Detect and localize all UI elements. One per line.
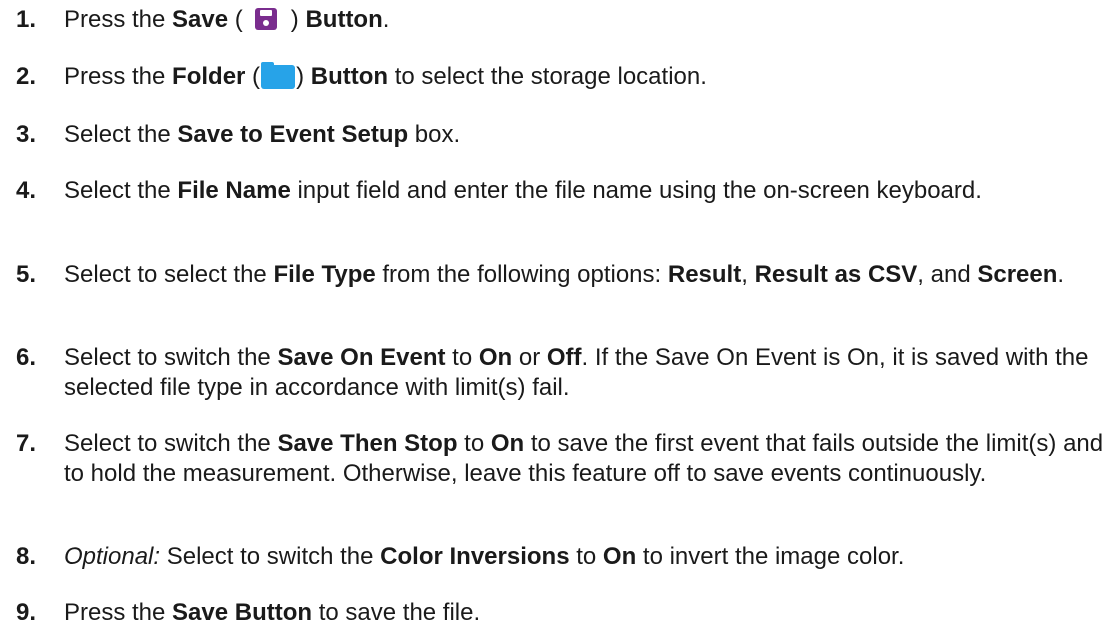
text-run: . [1057,261,1065,288]
step-number: 5. [16,261,37,288]
emphasis-text: Screen [977,261,1058,288]
text-run: to invert the image color. [636,543,905,570]
step-number: 7. [16,430,37,457]
step-number: 1. [16,6,37,33]
step-text: Select to switch the Save On Event to On… [64,343,1104,403]
step-text: Optional: Select to switch the Color Inv… [64,542,1104,572]
folder-icon [261,62,296,89]
text-run: to [457,430,491,457]
emphasis-text: Off [546,344,582,371]
emphasis-text: File Name [177,177,291,204]
emphasis-text: Result as CSV [754,261,918,288]
text-run: . [382,6,390,33]
step-text: Press the Folder () Button to select the… [64,62,1104,92]
step-number: 6. [16,344,37,371]
emphasis-text: Folder [172,63,246,90]
emphasis-text: Result [667,261,742,288]
text-run: Select to switch the [64,430,278,457]
emphasis-text: Button [305,6,383,33]
text-run: Select the [64,121,178,148]
text-run: Press the [64,599,173,626]
text-run: ( [245,63,261,90]
text-run: Press the [64,63,173,90]
step-number: 9. [16,599,37,626]
step-text: Select the Save to Event Setup box. [64,120,1104,150]
step-text: Press the Save () Button. [64,5,1104,35]
emphasis-text: On [602,543,637,570]
emphasis-text: Save On Event [277,344,446,371]
step-number: 3. [16,121,37,148]
emphasis-text: On [490,430,525,457]
text-run: to select the storage location. [388,63,707,90]
text-run: to [569,543,603,570]
text-run: box. [408,121,461,148]
text-run: , [741,261,755,288]
save-icon [254,8,277,30]
emphasis-text: Save Then Stop [277,430,458,457]
emphasis-text: Save Button [172,599,313,626]
step-text: Select to select the File Type from the … [64,260,1104,290]
text-run: ( [228,6,243,33]
text-run: ) [290,6,306,33]
step-text: Press the Save Button to save the file. [64,598,1104,628]
text-run: from the following options: [375,261,668,288]
italic-text: Optional: [64,543,161,570]
emphasis-text: On [478,344,513,371]
step-text: Select to switch the Save Then Stop to O… [64,429,1104,489]
emphasis-text: File Type [273,261,376,288]
text-run: input field and enter the file name usin… [290,177,982,204]
text-run: or [512,344,547,371]
text-run: ) [296,63,311,90]
text-run: Press the [64,6,173,33]
text-run: Select to select the [64,261,274,288]
text-run: , and [917,261,978,288]
step-number: 8. [16,543,37,570]
emphasis-text: Color Inversions [380,543,570,570]
text-run: to save the file. [312,599,481,626]
text-run: to [445,344,479,371]
emphasis-text: Save [172,6,229,33]
emphasis-text: Button [310,63,389,90]
emphasis-text: Save to Event Setup [177,121,409,148]
step-number: 4. [16,177,37,204]
step-text: Select the File Name input field and ent… [64,176,1104,206]
text-run: Select to switch the [64,344,278,371]
text-run: Select the [64,177,178,204]
text-run: Select to switch the [160,543,381,570]
step-number: 2. [16,63,37,90]
